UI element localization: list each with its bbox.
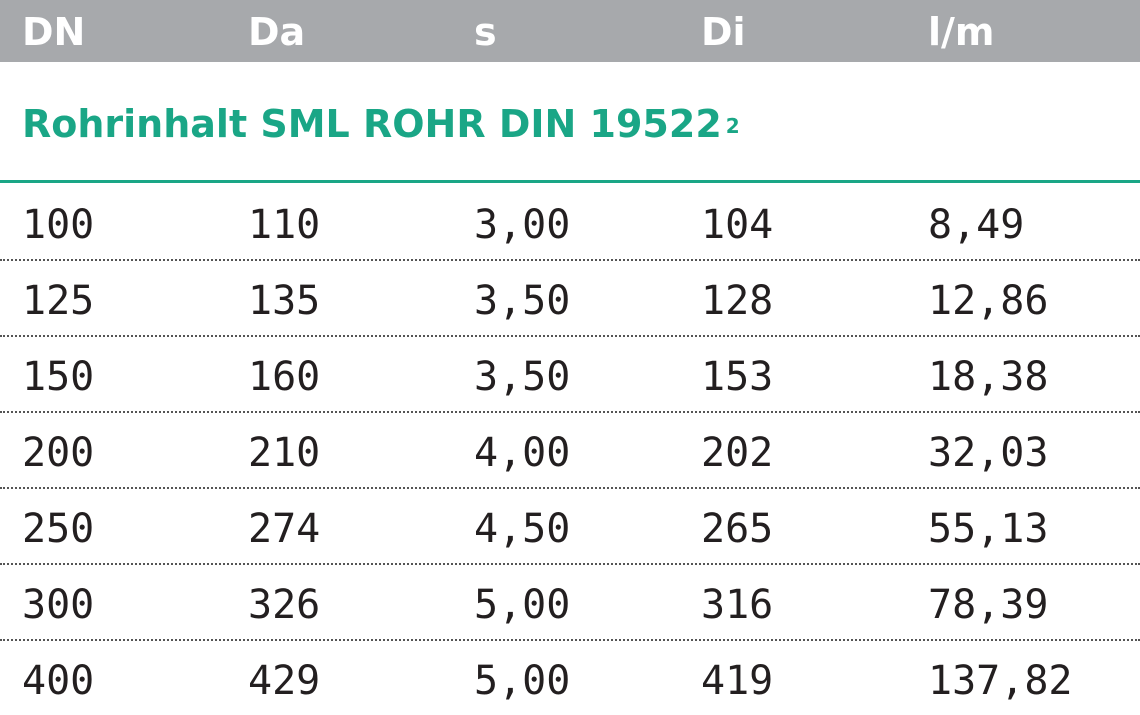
table-cell: 160 <box>248 354 321 400</box>
section-title-text: Rohrinhalt SML ROHR DIN 19522 <box>22 102 722 146</box>
table-cell: 202 <box>701 430 774 476</box>
table-row: 150 160 3,50 153 18,38 <box>0 335 1140 413</box>
table-cell: 32,03 <box>928 430 1049 476</box>
table-header-row: DN Da s Di l/m <box>0 0 1140 62</box>
table-cell: 300 <box>22 582 95 628</box>
table-cell: 8,49 <box>928 202 1025 248</box>
table-cell: 110 <box>248 202 321 248</box>
table-cell: 125 <box>22 278 95 324</box>
header-da: Da <box>248 10 306 54</box>
table-row: 400 429 5,00 419 137,82 <box>0 639 1140 715</box>
table-cell: 78,39 <box>928 582 1049 628</box>
table-cell: 200 <box>22 430 95 476</box>
table-cell: 3,50 <box>474 354 571 400</box>
table-row: 125 135 3,50 128 12,86 <box>0 259 1140 337</box>
table-cell: 137,82 <box>928 658 1073 704</box>
header-di: Di <box>701 10 746 54</box>
table-row: 300 326 5,00 316 78,39 <box>0 563 1140 641</box>
table-cell: 210 <box>248 430 321 476</box>
table-cell: 128 <box>701 278 774 324</box>
table-cell: 12,86 <box>928 278 1049 324</box>
table-row: 200 210 4,00 202 32,03 <box>0 411 1140 489</box>
table-cell: 326 <box>248 582 321 628</box>
header-dn: DN <box>22 10 86 54</box>
table-cell: 153 <box>701 354 774 400</box>
table-cell: 18,38 <box>928 354 1049 400</box>
table-cell: 4,00 <box>474 430 571 476</box>
table-cell: 400 <box>22 658 95 704</box>
table-cell: 316 <box>701 582 774 628</box>
table-cell: 104 <box>701 202 774 248</box>
table-cell: 55,13 <box>928 506 1049 552</box>
table-cell: 150 <box>22 354 95 400</box>
table-row: 250 274 4,50 265 55,13 <box>0 487 1140 565</box>
table-cell: 100 <box>22 202 95 248</box>
table-cell: 419 <box>701 658 774 704</box>
table-cell: 274 <box>248 506 321 552</box>
table-cell: 3,00 <box>474 202 571 248</box>
table-cell: 5,00 <box>474 582 571 628</box>
table-cell: 3,50 <box>474 278 571 324</box>
table-cell: 429 <box>248 658 321 704</box>
table-cell: 5,00 <box>474 658 571 704</box>
table-cell: 250 <box>22 506 95 552</box>
pipe-content-table: DN Da s Di l/m Rohrinhalt SML ROHR DIN 1… <box>0 0 1140 707</box>
section-title-footnote: 2 <box>725 114 740 138</box>
header-s: s <box>474 10 497 54</box>
section-title: Rohrinhalt SML ROHR DIN 19522 2 <box>22 100 740 148</box>
header-l-per-m: l/m <box>928 10 995 54</box>
table-cell: 265 <box>701 506 774 552</box>
table-cell: 135 <box>248 278 321 324</box>
table-row: 100 110 3,00 104 8,49 <box>0 183 1140 261</box>
table-cell: 4,50 <box>474 506 571 552</box>
